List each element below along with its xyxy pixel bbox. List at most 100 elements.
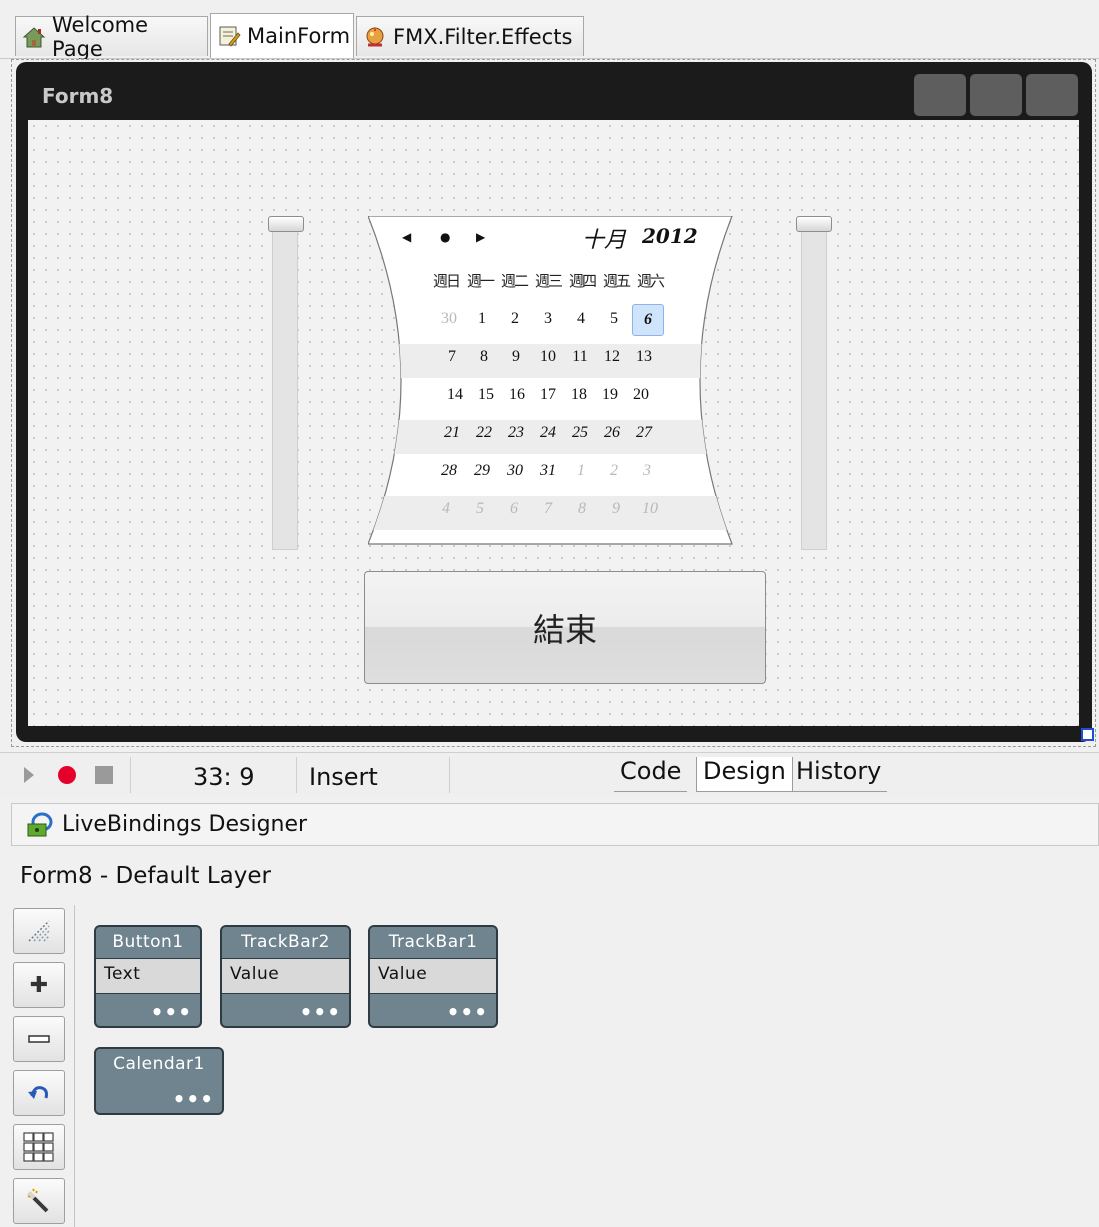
calendar-weekday-label: 週日 [432, 272, 461, 290]
lb-object-title: Button1 [96, 927, 200, 958]
calendar-day[interactable]: 2 [500, 310, 530, 328]
calendar-day[interactable]: 27 [629, 424, 659, 442]
calendar-day[interactable]: 8 [469, 348, 499, 366]
close-button[interactable] [1026, 74, 1078, 116]
record-icon[interactable] [56, 764, 78, 786]
calendar-year: 2012 [642, 224, 698, 248]
calendar-month: 十月 [582, 228, 627, 253]
calendar-day[interactable]: 7 [437, 348, 467, 366]
view-tab-design[interactable]: Design [696, 757, 793, 792]
lb-object-more[interactable]: ••• [173, 1087, 214, 1111]
calendar-day[interactable]: 4 [566, 310, 596, 328]
calendar-day[interactable]: 28 [434, 462, 464, 480]
home-icon [22, 25, 46, 49]
lb-object-title: Calendar1 [96, 1049, 222, 1080]
tab-mainform[interactable]: MainForm [210, 13, 354, 58]
calendar-day[interactable]: 9 [501, 348, 531, 366]
play-icon[interactable] [22, 765, 36, 785]
layout-icon[interactable] [13, 908, 65, 954]
lb-object-more[interactable]: ••• [447, 1000, 488, 1024]
trackbar-left-thumb[interactable] [268, 216, 304, 232]
maximize-button[interactable] [970, 74, 1022, 116]
trackbar-right[interactable] [801, 220, 827, 550]
calendar-day[interactable]: 4 [431, 500, 461, 518]
lb-object-calendar1[interactable]: Calendar1 ••• [94, 1047, 224, 1115]
calendar-day[interactable]: 6 [499, 500, 529, 518]
lb-object-button1[interactable]: Button1 Text ••• [94, 925, 202, 1028]
calendar-day[interactable]: 21 [437, 424, 467, 442]
lb-object-more[interactable]: ••• [151, 1000, 192, 1024]
statusbar-separator [449, 757, 450, 793]
calendar-day[interactable]: 24 [533, 424, 563, 442]
calendar-day[interactable]: 5 [599, 310, 629, 328]
calendar-day[interactable]: 5 [465, 500, 495, 518]
calendar-day[interactable]: 31 [533, 462, 563, 480]
calendar-day[interactable]: 14 [440, 386, 470, 404]
calendar-day[interactable]: 10 [635, 500, 665, 518]
livebindings-title: LiveBindings Designer [62, 812, 308, 837]
lb-object-property[interactable]: Text [96, 958, 200, 994]
livebindings-header: LiveBindings Designer [11, 803, 1099, 846]
calendar-day[interactable]: 19 [595, 386, 625, 404]
tab-label: Welcome Page [52, 12, 149, 61]
calendar-day[interactable]: 25 [565, 424, 595, 442]
undo-icon[interactable] [13, 1070, 65, 1116]
calendar-day[interactable]: 3 [533, 310, 563, 328]
calendar-day[interactable]: 30 [434, 310, 464, 328]
lb-object-trackbar1[interactable]: TrackBar1 Value ••• [368, 925, 498, 1028]
calendar[interactable]: ◀ ● ▶ 十月 2012 週日 週一 週二 週三 週四 週五 週六 30 1 2 3 4 5 6 7 8 9 1… [368, 216, 740, 546]
trackbar-right-thumb[interactable] [796, 216, 832, 232]
calendar-day[interactable]: 20 [626, 386, 656, 404]
calendar-weekday-label: 週四 [568, 272, 597, 290]
lb-object-title: TrackBar1 [370, 927, 496, 958]
effects-icon [363, 25, 387, 49]
lb-object-more[interactable]: ••• [300, 1000, 341, 1024]
lb-object-title: TrackBar2 [222, 927, 349, 958]
calendar-day[interactable]: 8 [567, 500, 597, 518]
calendar-day[interactable]: 23 [501, 424, 531, 442]
minimize-button[interactable] [914, 74, 966, 116]
calendar-day[interactable]: 3 [632, 462, 662, 480]
view-tab-history[interactable]: History [790, 757, 888, 792]
end-button[interactable]: 結束 [364, 571, 766, 684]
trackbar-left[interactable] [272, 220, 298, 550]
tab-welcome-page[interactable]: Welcome Page [15, 13, 208, 61]
stop-icon[interactable] [94, 765, 114, 785]
calendar-today-icon[interactable]: ● [440, 230, 450, 244]
calendar-day[interactable]: 13 [629, 348, 659, 366]
calendar-day[interactable]: 26 [597, 424, 627, 442]
calendar-day[interactable]: 17 [533, 386, 563, 404]
calendar-day[interactable]: 1 [467, 310, 497, 328]
resize-handle[interactable] [1081, 728, 1094, 741]
tab-fmx-filter-effects[interactable]: FMX.Filter.Effects [356, 16, 584, 56]
zoom-out-icon[interactable] [13, 1016, 65, 1062]
calendar-day[interactable]: 6 [632, 304, 664, 336]
calendar-day[interactable]: 11 [565, 348, 595, 366]
statusbar-separator [296, 757, 297, 793]
lb-object-property[interactable]: Value [222, 958, 349, 994]
calendar-day[interactable]: 12 [597, 348, 627, 366]
calendar-day[interactable]: 7 [533, 500, 563, 518]
calendar-day[interactable]: 16 [502, 386, 532, 404]
calendar-day[interactable]: 30 [500, 462, 530, 480]
calendar-prev-icon[interactable]: ◀ [402, 230, 411, 244]
calendar-day[interactable]: 1 [566, 462, 596, 480]
calendar-day[interactable]: 18 [564, 386, 594, 404]
calendar-day[interactable]: 22 [469, 424, 499, 442]
wizard-icon[interactable] [13, 1178, 65, 1224]
view-tab-code[interactable]: Code [614, 757, 688, 792]
calendar-weekday-label: 週二 [500, 272, 529, 290]
zoom-in-icon[interactable]: ✚ [13, 962, 65, 1008]
calendar-day[interactable]: 15 [471, 386, 501, 404]
calendar-day[interactable]: 10 [533, 348, 563, 366]
lb-object-trackbar2[interactable]: TrackBar2 Value ••• [220, 925, 351, 1028]
calendar-day[interactable]: 29 [467, 462, 497, 480]
livebindings-icon [27, 812, 53, 836]
calendar-day[interactable]: 2 [599, 462, 629, 480]
grid-icon[interactable] [13, 1124, 65, 1170]
livebindings-canvas[interactable]: Button1 Text ••• TrackBar2 Value ••• Tra… [75, 906, 1099, 1227]
lb-object-property[interactable]: Value [370, 958, 496, 994]
calendar-next-icon[interactable]: ▶ [476, 230, 485, 244]
calendar-weekday-label: 週一 [466, 272, 495, 290]
calendar-day[interactable]: 9 [601, 500, 631, 518]
